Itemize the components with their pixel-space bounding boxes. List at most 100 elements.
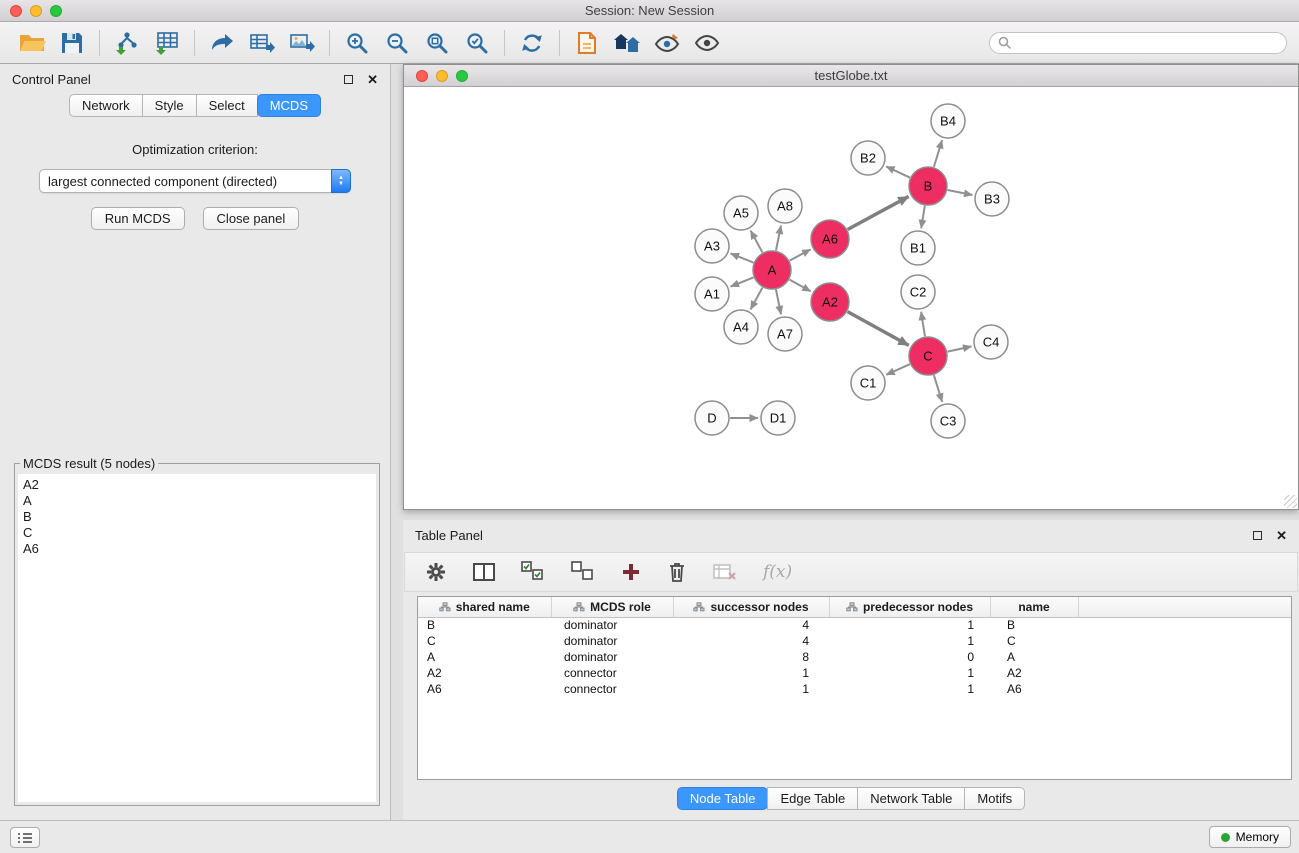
dropdown-stepper-icon[interactable]: ▲▼ <box>331 169 351 193</box>
close-table-panel-icon[interactable]: ✕ <box>1276 529 1287 542</box>
graph-edge-A2-C[interactable] <box>848 312 909 346</box>
column-header-predecessor-nodes[interactable]: predecessor nodes <box>829 597 990 617</box>
graph-node-A7[interactable]: A7 <box>768 317 802 351</box>
graph-edge-B-B2[interactable] <box>886 166 910 177</box>
zoom-network-window-button[interactable] <box>456 70 468 82</box>
tab-node-table[interactable]: Node Table <box>677 787 769 810</box>
tab-edge-table[interactable]: Edge Table <box>767 787 858 810</box>
save-session-button[interactable] <box>52 26 92 60</box>
graph-node-B1[interactable]: B1 <box>901 231 935 265</box>
graph-edge-A-A3[interactable] <box>731 253 754 262</box>
table-row[interactable]: Bdominator41B <box>418 617 1291 633</box>
graph-node-C[interactable]: C <box>909 337 947 375</box>
graph-edge-A-A7[interactable] <box>776 290 781 315</box>
column-header-mcds-role[interactable]: MCDS role <box>551 597 673 617</box>
table-row[interactable]: Adominator80A <box>418 649 1291 665</box>
zoom-out-button[interactable] <box>377 26 417 60</box>
zoom-selected-button[interactable] <box>457 26 497 60</box>
close-network-window-button[interactable] <box>416 70 428 82</box>
graph-edge-B-B1[interactable] <box>921 206 925 229</box>
tab-network-table[interactable]: Network Table <box>857 787 965 810</box>
column-header-successor-nodes[interactable]: successor nodes <box>673 597 829 617</box>
network-window-titlebar[interactable]: testGlobe.txt <box>404 65 1298 87</box>
tab-style[interactable]: Style <box>142 94 197 117</box>
zoom-in-button[interactable] <box>337 26 377 60</box>
graph-edge-C-C1[interactable] <box>886 364 910 375</box>
zoom-fit-button[interactable] <box>417 26 457 60</box>
criterion-dropdown[interactable]: largest connected component (directed) ▲… <box>39 169 351 193</box>
add-column-button[interactable] <box>621 555 641 589</box>
graph-edge-B-B4[interactable] <box>934 140 942 167</box>
export-network-button[interactable] <box>202 26 242 60</box>
tab-network[interactable]: Network <box>69 94 143 117</box>
graph-node-D[interactable]: D <box>695 401 729 435</box>
search-box[interactable] <box>989 32 1287 54</box>
graph-node-A5[interactable]: A5 <box>724 196 758 230</box>
graph-node-A6[interactable]: A6 <box>811 220 849 258</box>
column-header-shared-name[interactable]: shared name <box>418 597 551 617</box>
export-table-button[interactable] <box>242 26 282 60</box>
graph-edge-A6-B[interactable] <box>848 196 909 229</box>
float-table-panel-icon[interactable] <box>1253 531 1262 540</box>
import-table-button[interactable] <box>147 26 187 60</box>
graph-node-A[interactable]: A <box>753 251 791 289</box>
graph-node-C4[interactable]: C4 <box>974 325 1008 359</box>
minimize-window-button[interactable] <box>30 5 42 17</box>
close-window-button[interactable] <box>10 5 22 17</box>
graph-edge-A-A6[interactable] <box>790 249 811 260</box>
graphics-details-button[interactable] <box>687 26 727 60</box>
result-item[interactable]: B <box>23 509 371 525</box>
resize-grip[interactable] <box>1284 495 1297 508</box>
annotation-button[interactable] <box>567 26 607 60</box>
network-graph[interactable]: B4B2BB3A5A8A6B1A3AC2A1A2A4A7C4CC1C3DD1 <box>404 87 1298 509</box>
graph-edge-A-A8[interactable] <box>776 226 781 251</box>
delete-column-button[interactable] <box>667 555 687 589</box>
table-row[interactable]: A2connector11A2 <box>418 665 1291 681</box>
graph-node-B2[interactable]: B2 <box>851 141 885 175</box>
fullscreen-window-button[interactable] <box>50 5 62 17</box>
refresh-view-button[interactable] <box>512 26 552 60</box>
graph-node-C3[interactable]: C3 <box>931 404 965 438</box>
select-all-button[interactable] <box>521 555 545 589</box>
table-row[interactable]: Cdominator41C <box>418 633 1291 649</box>
tab-select[interactable]: Select <box>196 94 258 117</box>
table-settings-button[interactable] <box>425 555 447 589</box>
home-button[interactable] <box>607 26 647 60</box>
graph-edge-A-A1[interactable] <box>731 277 754 286</box>
memory-button[interactable]: Memory <box>1209 826 1291 848</box>
search-input[interactable] <box>1016 36 1278 50</box>
run-mcds-button[interactable]: Run MCDS <box>91 207 185 230</box>
graph-node-A3[interactable]: A3 <box>695 229 729 263</box>
graph-edge-C-C2[interactable] <box>921 312 925 336</box>
graph-node-A1[interactable]: A1 <box>695 277 729 311</box>
graph-edge-A-A2[interactable] <box>790 280 811 292</box>
graph-edge-A-A4[interactable] <box>751 288 763 310</box>
result-item[interactable]: A6 <box>23 541 371 557</box>
close-panel-icon[interactable]: ✕ <box>367 73 378 86</box>
network-canvas[interactable]: B4B2BB3A5A8A6B1A3AC2A1A2A4A7C4CC1C3DD1 <box>404 87 1298 509</box>
column-header-name[interactable]: name <box>990 597 1078 617</box>
deselect-all-button[interactable] <box>571 555 595 589</box>
result-item[interactable]: C <box>23 525 371 541</box>
graph-node-A8[interactable]: A8 <box>768 189 802 223</box>
result-item[interactable]: A <box>23 493 371 509</box>
graph-node-D1[interactable]: D1 <box>761 401 795 435</box>
mcds-result-list[interactable]: A2ABCA6 <box>18 474 376 802</box>
show-columns-button[interactable] <box>473 555 495 589</box>
graph-edge-A-A5[interactable] <box>751 231 763 253</box>
close-panel-button[interactable]: Close panel <box>203 207 300 230</box>
graph-node-B[interactable]: B <box>909 167 947 205</box>
task-history-button[interactable] <box>10 827 40 848</box>
graph-node-A4[interactable]: A4 <box>724 310 758 344</box>
graph-node-B4[interactable]: B4 <box>931 104 965 138</box>
graph-node-B3[interactable]: B3 <box>975 182 1009 216</box>
style-preview-button[interactable] <box>647 26 687 60</box>
float-panel-icon[interactable] <box>344 75 353 84</box>
graph-edge-C-C3[interactable] <box>934 375 942 402</box>
graph-node-A2[interactable]: A2 <box>811 283 849 321</box>
graph-node-C1[interactable]: C1 <box>851 366 885 400</box>
export-image-button[interactable] <box>282 26 322 60</box>
result-item[interactable]: A2 <box>23 477 371 493</box>
open-session-button[interactable] <box>12 26 52 60</box>
graph-edge-C-C4[interactable] <box>948 346 972 351</box>
